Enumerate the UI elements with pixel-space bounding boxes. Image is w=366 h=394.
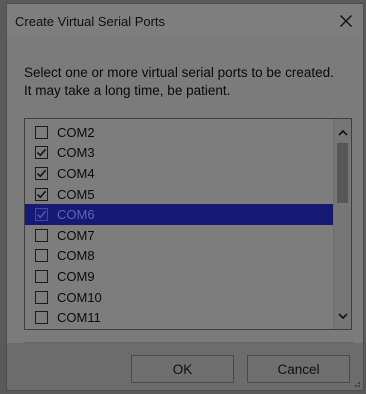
port-list-item[interactable]: COM9 (25, 266, 333, 287)
checkmark-icon (36, 190, 47, 198)
dialog-title: Create Virtual Serial Ports (15, 14, 166, 29)
port-label: COM2 (57, 124, 95, 140)
instruction-text: Select one or more virtual serial ports … (24, 64, 358, 100)
checkmark-icon (36, 149, 47, 157)
checkmark-icon (36, 210, 47, 219)
scroll-thumb[interactable] (337, 143, 348, 203)
port-checkbox[interactable] (35, 249, 48, 263)
chevron-up-icon (337, 129, 348, 136)
port-checkbox[interactable] (35, 187, 48, 201)
port-list-item[interactable]: COM2 (25, 122, 333, 143)
instruction-line-1: Select one or more virtual serial ports … (24, 65, 334, 80)
resize-grip-icon[interactable] (351, 378, 361, 388)
port-label: COM7 (57, 227, 95, 243)
scroll-up-button[interactable] (334, 123, 351, 141)
ok-button[interactable]: OK (131, 355, 234, 383)
port-list-item[interactable]: COM5 (25, 184, 333, 205)
create-virtual-serial-ports-dialog: Create Virtual Serial Ports Select one o… (6, 3, 364, 391)
port-checkbox[interactable] (35, 290, 48, 304)
cancel-button[interactable]: Cancel (247, 355, 350, 383)
port-checkbox[interactable] (35, 228, 48, 242)
port-label: COM4 (57, 165, 95, 181)
port-list-item[interactable]: COM8 (25, 246, 333, 267)
port-label: COM3 (57, 145, 95, 161)
port-list: COM2 COM3 COM4 COM5 COM6 COM7 COM8 COM9 COM10 COM… (25, 122, 333, 328)
scroll-down-button[interactable] (334, 307, 351, 325)
port-label: COM10 (57, 289, 102, 305)
instruction-line-2: It may take a long time, be patient. (24, 83, 231, 98)
port-checkbox[interactable] (35, 208, 48, 222)
checkmark-icon (36, 169, 47, 178)
port-label: COM8 (57, 248, 95, 264)
port-checkbox[interactable] (35, 146, 48, 160)
port-checkbox[interactable] (35, 166, 48, 180)
port-list-item[interactable]: COM3 (25, 143, 333, 164)
port-list-item[interactable]: COM11 (25, 307, 333, 328)
button-bar: OK Cancel (7, 343, 363, 390)
port-checkbox[interactable] (35, 311, 48, 325)
close-button[interactable] (333, 8, 359, 34)
chevron-down-icon (337, 312, 348, 319)
port-label: COM5 (57, 186, 95, 202)
port-checkbox[interactable] (35, 269, 48, 283)
title-bar[interactable]: Create Virtual Serial Ports (7, 4, 363, 38)
port-checkbox[interactable] (35, 125, 48, 139)
port-label: COM9 (57, 268, 95, 284)
port-list-item[interactable]: COM4 (25, 163, 333, 184)
port-list-item[interactable]: COM10 (25, 287, 333, 308)
port-list-item[interactable]: COM6 (25, 204, 333, 225)
port-list-box[interactable]: COM2 COM3 COM4 COM5 COM6 COM7 COM8 COM9 COM10 COM… (24, 118, 352, 330)
port-list-item[interactable]: COM7 (25, 225, 333, 246)
close-icon (340, 15, 352, 27)
port-label: COM6 (57, 207, 95, 223)
vertical-scrollbar[interactable] (333, 119, 351, 329)
port-label: COM11 (57, 310, 101, 326)
